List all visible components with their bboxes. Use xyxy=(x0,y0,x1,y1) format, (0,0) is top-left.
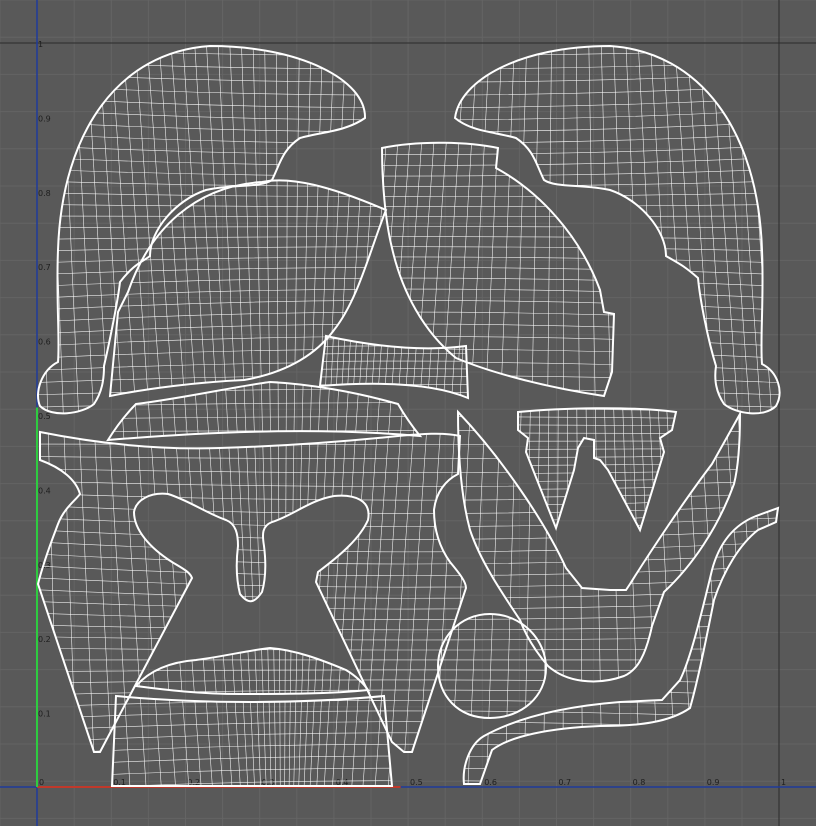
v-tick-label: 0.8 xyxy=(38,189,51,198)
island-border[interactable] xyxy=(462,506,780,785)
u-tick-label: 0.6 xyxy=(484,778,497,787)
v-tick-label: 0.4 xyxy=(38,486,51,495)
u-tick-label: 0.5 xyxy=(410,778,423,787)
uv-editor-viewport[interactable]: 00.10.20.30.40.50.60.70.80.910.10.20.30.… xyxy=(0,0,816,826)
v-tick-label: 0.7 xyxy=(38,263,51,272)
u-tick-label: 0.9 xyxy=(707,778,720,787)
v-tick-label: 0.6 xyxy=(38,338,51,347)
island-border[interactable] xyxy=(453,44,781,415)
u-tick-label: 0 xyxy=(39,778,44,787)
v-tick-label: 0.1 xyxy=(38,710,51,719)
v-tick-label: 0.2 xyxy=(38,635,51,644)
island-border[interactable] xyxy=(456,409,742,683)
island-border[interactable] xyxy=(37,44,367,415)
u-tick-label: 0.7 xyxy=(558,778,571,787)
uv-canvas[interactable]: 00.10.20.30.40.50.60.70.80.910.10.20.30.… xyxy=(0,0,816,826)
u-tick-label: 1 xyxy=(781,778,786,787)
v-tick-label: 0.9 xyxy=(38,114,51,123)
u-tick-label: 0.8 xyxy=(633,778,646,787)
island-border[interactable] xyxy=(110,646,394,787)
v-tick-label: 0.5 xyxy=(38,412,51,421)
v-tick-label: 1 xyxy=(38,40,43,49)
